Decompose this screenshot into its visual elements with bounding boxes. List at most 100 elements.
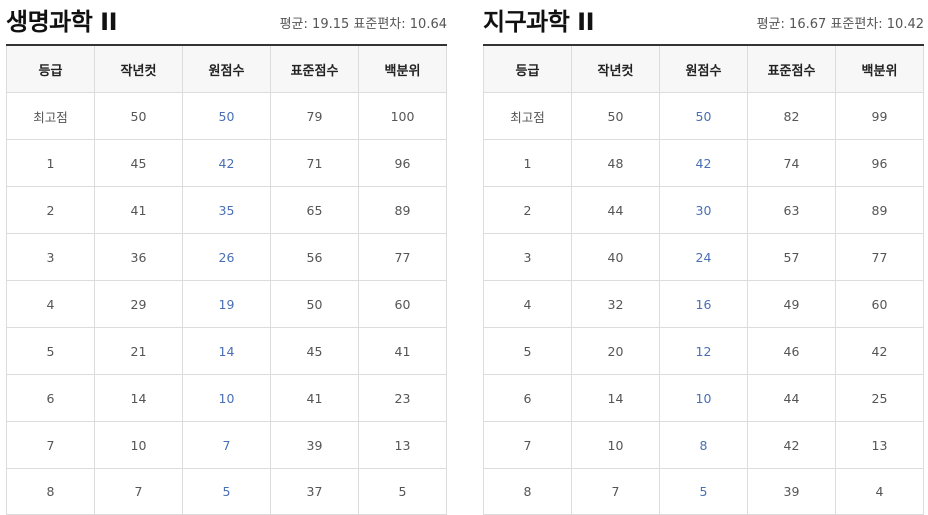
cell-last-year-cut: 14 [94, 374, 183, 422]
col-grade: 등급 [483, 44, 572, 93]
cell-grade: 7 [483, 421, 572, 469]
cell-percentile: 89 [358, 186, 447, 234]
col-standard-score: 표준점수 [270, 44, 359, 93]
table-row: 2 41 35 65 89 [6, 186, 447, 234]
cell-grade: 6 [6, 374, 95, 422]
col-raw-score: 원점수 [182, 44, 271, 93]
cell-standard-score: 79 [270, 92, 359, 140]
cell-grade: 1 [483, 139, 572, 187]
col-last-year-cut: 작년컷 [571, 44, 660, 93]
cell-raw-score: 8 [659, 421, 748, 469]
cell-grade: 5 [6, 327, 95, 375]
cell-last-year-cut: 36 [94, 233, 183, 281]
cell-standard-score: 65 [270, 186, 359, 234]
table-row: 8 7 5 39 4 [483, 468, 924, 515]
sd-label: 표준편차: [830, 17, 883, 32]
cell-grade: 6 [483, 374, 572, 422]
table-row: 1 48 42 74 96 [483, 139, 924, 187]
cell-percentile: 25 [835, 374, 924, 422]
table-row: 7 10 7 39 13 [6, 421, 447, 469]
cell-grade: 4 [6, 280, 95, 328]
cell-raw-score: 10 [182, 374, 271, 422]
cell-raw-score: 30 [659, 186, 748, 234]
cell-last-year-cut: 14 [571, 374, 660, 422]
cell-last-year-cut: 50 [94, 92, 183, 140]
panel-earth-science-2: 지구과학 II 평균: 16.67 표준편차: 10.42 등급 작년컷 원점수… [483, 0, 924, 515]
col-standard-score: 표준점수 [747, 44, 836, 93]
cell-standard-score: 46 [747, 327, 836, 375]
table-row: 7 10 8 42 13 [483, 421, 924, 469]
cell-percentile: 89 [835, 186, 924, 234]
cell-last-year-cut: 29 [94, 280, 183, 328]
cell-raw-score: 16 [659, 280, 748, 328]
cell-standard-score: 45 [270, 327, 359, 375]
table-row: 8 7 5 37 5 [6, 468, 447, 515]
cell-raw-score: 5 [659, 468, 748, 515]
cell-standard-score: 74 [747, 139, 836, 187]
table-body: 최고점 50 50 79 100 1 45 42 71 96 2 41 35 65 89 3 36 26 56 77 4… [6, 92, 447, 515]
cell-standard-score: 39 [270, 421, 359, 469]
cell-raw-score: 50 [182, 92, 271, 140]
table-row: 2 44 30 63 89 [483, 186, 924, 234]
cell-percentile: 5 [358, 468, 447, 515]
cell-raw-score: 26 [182, 233, 271, 281]
cell-standard-score: 71 [270, 139, 359, 187]
table-row: 4 29 19 50 60 [6, 280, 447, 328]
table-header-row: 등급 작년컷 원점수 표준점수 백분위 [483, 44, 924, 93]
cell-last-year-cut: 10 [571, 421, 660, 469]
cell-percentile: 60 [835, 280, 924, 328]
cell-raw-score: 19 [182, 280, 271, 328]
sd-value: 10.64 [409, 17, 447, 32]
cell-raw-score: 42 [182, 139, 271, 187]
table-row: 3 40 24 57 77 [483, 233, 924, 281]
cell-last-year-cut: 50 [571, 92, 660, 140]
cell-grade: 4 [483, 280, 572, 328]
cell-percentile: 4 [835, 468, 924, 515]
cell-grade: 8 [483, 468, 572, 515]
cell-grade: 8 [6, 468, 95, 515]
cell-raw-score: 14 [182, 327, 271, 375]
cell-last-year-cut: 7 [571, 468, 660, 515]
panel-biology-2: 생명과학 II 평균: 19.15 표준편차: 10.64 등급 작년컷 원점수… [6, 0, 447, 515]
panel-stats: 평균: 16.67 표준편차: 10.42 [757, 13, 924, 32]
col-last-year-cut: 작년컷 [94, 44, 183, 93]
cell-standard-score: 44 [747, 374, 836, 422]
cell-last-year-cut: 48 [571, 139, 660, 187]
cell-standard-score: 39 [747, 468, 836, 515]
cell-standard-score: 63 [747, 186, 836, 234]
cell-standard-score: 56 [270, 233, 359, 281]
table-row: 1 45 42 71 96 [6, 139, 447, 187]
cell-last-year-cut: 44 [571, 186, 660, 234]
cell-raw-score: 10 [659, 374, 748, 422]
table-row: 최고점 50 50 82 99 [483, 92, 924, 140]
cell-grade: 최고점 [6, 92, 95, 140]
cell-raw-score: 35 [182, 186, 271, 234]
cell-raw-score: 5 [182, 468, 271, 515]
cell-percentile: 99 [835, 92, 924, 140]
cell-raw-score: 12 [659, 327, 748, 375]
cell-percentile: 42 [835, 327, 924, 375]
mean-value: 19.15 [312, 17, 350, 32]
cell-standard-score: 49 [747, 280, 836, 328]
cell-standard-score: 42 [747, 421, 836, 469]
cell-percentile: 77 [358, 233, 447, 281]
table-row: 최고점 50 50 79 100 [6, 92, 447, 140]
cell-percentile: 100 [358, 92, 447, 140]
cell-percentile: 77 [835, 233, 924, 281]
sd-value: 10.42 [886, 17, 924, 32]
grade-cut-table: 등급 작년컷 원점수 표준점수 백분위 최고점 50 50 79 100 1 45 42 71 9… [6, 44, 447, 515]
cell-grade: 3 [483, 233, 572, 281]
cell-raw-score: 7 [182, 421, 271, 469]
cell-last-year-cut: 7 [94, 468, 183, 515]
table-body: 최고점 50 50 82 99 1 48 42 74 96 2 44 30 63 89 3 40 24 57 77 4 3… [483, 92, 924, 515]
mean-label: 평균: [756, 17, 785, 32]
cell-grade: 3 [6, 233, 95, 281]
mean-label: 평균: [279, 17, 308, 32]
cell-percentile: 13 [358, 421, 447, 469]
cell-raw-score: 24 [659, 233, 748, 281]
cell-percentile: 13 [835, 421, 924, 469]
table-row: 5 20 12 46 42 [483, 327, 924, 375]
cell-standard-score: 82 [747, 92, 836, 140]
cell-standard-score: 37 [270, 468, 359, 515]
cell-grade: 7 [6, 421, 95, 469]
